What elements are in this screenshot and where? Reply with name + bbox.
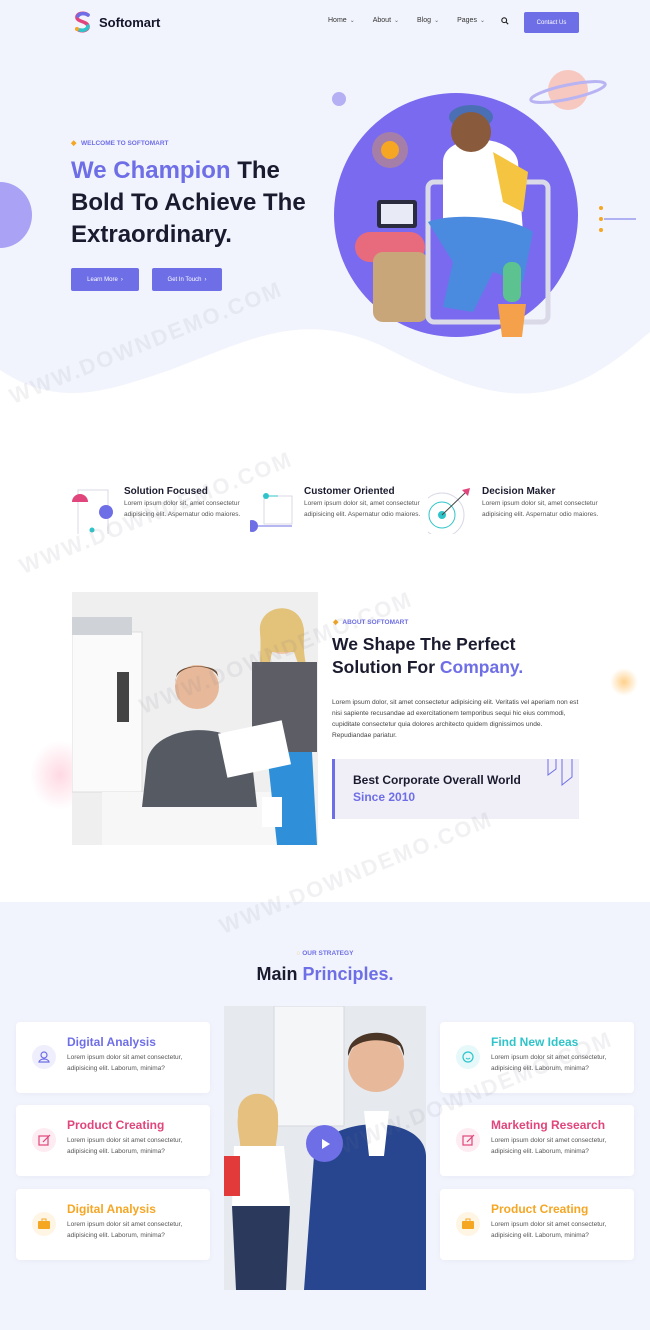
learn-more-label: Learn More — [87, 276, 118, 283]
feature-text: Lorem ipsum dolor sit, amet consectetur … — [124, 500, 241, 518]
principle-text: Lorem ipsum dolor sit amet consectetur, … — [491, 1221, 607, 1239]
principle-title: Product Creating — [67, 1118, 165, 1132]
chevron-down-icon: ⌄ — [349, 18, 355, 24]
chevron-down-icon: ⌄ — [479, 18, 485, 24]
principles-title-main: Main — [256, 964, 303, 984]
principle-card[interactable]: Marketing Research Lorem ipsum dolor sit… — [440, 1105, 634, 1176]
about-title-line2a: Solution For — [332, 657, 440, 677]
principles-section: ◌ OUR STRATEGY Main Principles. Digital … — [0, 902, 650, 1330]
search-icon[interactable] — [501, 17, 509, 25]
nav-pages-label: Pages — [457, 17, 477, 24]
nav-about[interactable]: About ⌄ — [373, 17, 399, 24]
principle-card[interactable]: Product Creating Lorem ipsum dolor sit a… — [440, 1189, 634, 1260]
hero-eyebrow: ◆ WELCOME TO SOFTOMART — [71, 139, 169, 148]
nav-home[interactable]: Home ⌄ — [328, 17, 355, 24]
principle-text: Lorem ipsum dolor sit amet consectetur, … — [67, 1221, 183, 1239]
decorative-blob — [610, 668, 638, 696]
feature-solution-focused: Solution Focused Lorem ipsum dolor sit, … — [70, 480, 240, 540]
principle-text: Lorem ipsum dolor sit amet consectetur, … — [491, 1137, 607, 1155]
principle-title: Product Creating — [491, 1202, 589, 1216]
brand-name: Softomart — [99, 14, 161, 30]
briefcase-icon — [456, 1212, 480, 1236]
feature-title: Customer Oriented — [304, 486, 395, 497]
principles-photo — [224, 1006, 426, 1290]
quote-icon — [547, 759, 573, 787]
principle-title: Digital Analysis — [67, 1202, 156, 1216]
decorative-circle — [0, 182, 32, 248]
network-icon — [250, 493, 293, 532]
principle-card[interactable]: Find New Ideas Lorem ipsum dolor sit ame… — [440, 1022, 634, 1093]
chevron-right-icon: › — [204, 276, 207, 283]
user-icon — [32, 1045, 56, 1069]
about-eyebrow: ◆ ABOUT SOFTOMART — [333, 618, 409, 627]
principles-eyebrow: ◌ OUR STRATEGY — [0, 950, 650, 957]
chevron-down-icon: ⌄ — [394, 18, 400, 24]
feature-title: Solution Focused — [124, 486, 208, 497]
about-photo — [72, 592, 318, 845]
quote-line1: Best Corporate Overall World — [353, 773, 521, 787]
slider-dots[interactable] — [598, 205, 638, 237]
edit-icon — [32, 1128, 56, 1152]
feature-decision-maker: Decision Maker Lorem ipsum dolor sit, am… — [428, 480, 598, 540]
about-title: We Shape The Perfect Solution For Compan… — [332, 633, 592, 679]
hero-section: Softomart Home ⌄ About ⌄ Blog ⌄ Pages ⌄ Cont… — [0, 0, 650, 430]
principle-title: Marketing Research — [491, 1118, 606, 1132]
bulb-icon: ◌ — [296, 950, 301, 957]
page: Softomart Home ⌄ About ⌄ Blog ⌄ Pages ⌄ Cont… — [0, 0, 650, 1330]
about-eyebrow-text: ABOUT SOFTOMART — [342, 618, 409, 626]
features-section: Solution Focused Lorem ipsum dolor sit, … — [0, 480, 650, 540]
hero-title: We Champion The Bold To Achieve The Extr… — [71, 155, 331, 251]
hero-title-accent: We Champion — [71, 157, 231, 184]
about-title-accent: Company. — [439, 657, 524, 677]
nav-blog[interactable]: Blog ⌄ — [417, 17, 439, 24]
principle-title: Digital Analysis — [67, 1035, 156, 1049]
smile-icon — [456, 1045, 480, 1069]
principle-title: Find New Ideas — [491, 1035, 579, 1049]
principles-title-accent: Principles. — [302, 964, 394, 984]
get-in-touch-button[interactable]: Get In Touch › — [152, 268, 222, 291]
principle-text: Lorem ipsum dolor sit amet consectetur, … — [67, 1054, 183, 1072]
team-photo-illustration — [72, 592, 318, 845]
play-icon — [321, 1138, 330, 1149]
contact-us-button[interactable]: Contact Us — [524, 12, 579, 33]
quote-box: Best Corporate Overall World Since 2010 — [332, 759, 579, 819]
feature-text: Lorem ipsum dolor sit, amet consectetur … — [304, 500, 421, 518]
edit-icon — [456, 1128, 480, 1152]
briefcase-icon — [32, 1212, 56, 1236]
logo-icon — [75, 11, 90, 33]
nav-pages[interactable]: Pages ⌄ — [457, 17, 485, 24]
chevron-right-icon: › — [120, 276, 123, 283]
quote-line2: Since 2010 — [353, 790, 416, 804]
bullseye-icon — [428, 488, 470, 534]
thumbs-up-icon: ◆ — [333, 619, 339, 626]
hero-illustration — [334, 93, 578, 337]
principle-text: Lorem ipsum dolor sit amet consectetur, … — [67, 1137, 183, 1155]
hero-eyebrow-text: WELCOME TO SOFTOMART — [81, 140, 169, 147]
brand-logo[interactable]: Softomart — [71, 10, 160, 34]
principle-card[interactable]: Digital Analysis Lorem ipsum dolor sit a… — [16, 1022, 210, 1093]
thumbs-up-icon: ◆ — [71, 139, 77, 147]
principles-title: Main Principles. — [0, 964, 650, 985]
target-icon — [72, 489, 113, 534]
feature-text: Lorem ipsum dolor sit, amet consectetur … — [482, 500, 599, 518]
about-title-line1: We Shape The Perfect — [332, 634, 516, 654]
nav-blog-label: Blog — [417, 17, 432, 24]
learn-more-button[interactable]: Learn More › — [71, 268, 139, 291]
principle-text: Lorem ipsum dolor sit amet consectetur, … — [491, 1054, 607, 1072]
main-nav: Home ⌄ About ⌄ Blog ⌄ Pages ⌄ — [328, 17, 503, 24]
play-video-button[interactable] — [306, 1125, 343, 1162]
nav-home-label: Home — [328, 17, 347, 24]
principles-eyebrow-text: OUR STRATEGY — [302, 950, 354, 957]
principle-card[interactable]: Product Creating Lorem ipsum dolor sit a… — [16, 1105, 210, 1176]
chevron-down-icon: ⌄ — [434, 18, 440, 24]
about-text: Lorem ipsum dolor, sit amet consectetur … — [332, 699, 579, 739]
principle-card[interactable]: Digital Analysis Lorem ipsum dolor sit a… — [16, 1189, 210, 1260]
get-in-touch-label: Get In Touch — [167, 276, 202, 283]
nav-about-label: About — [372, 17, 392, 24]
feature-title: Decision Maker — [482, 486, 556, 497]
feature-customer-oriented: Customer Oriented Lorem ipsum dolor sit,… — [250, 480, 420, 540]
